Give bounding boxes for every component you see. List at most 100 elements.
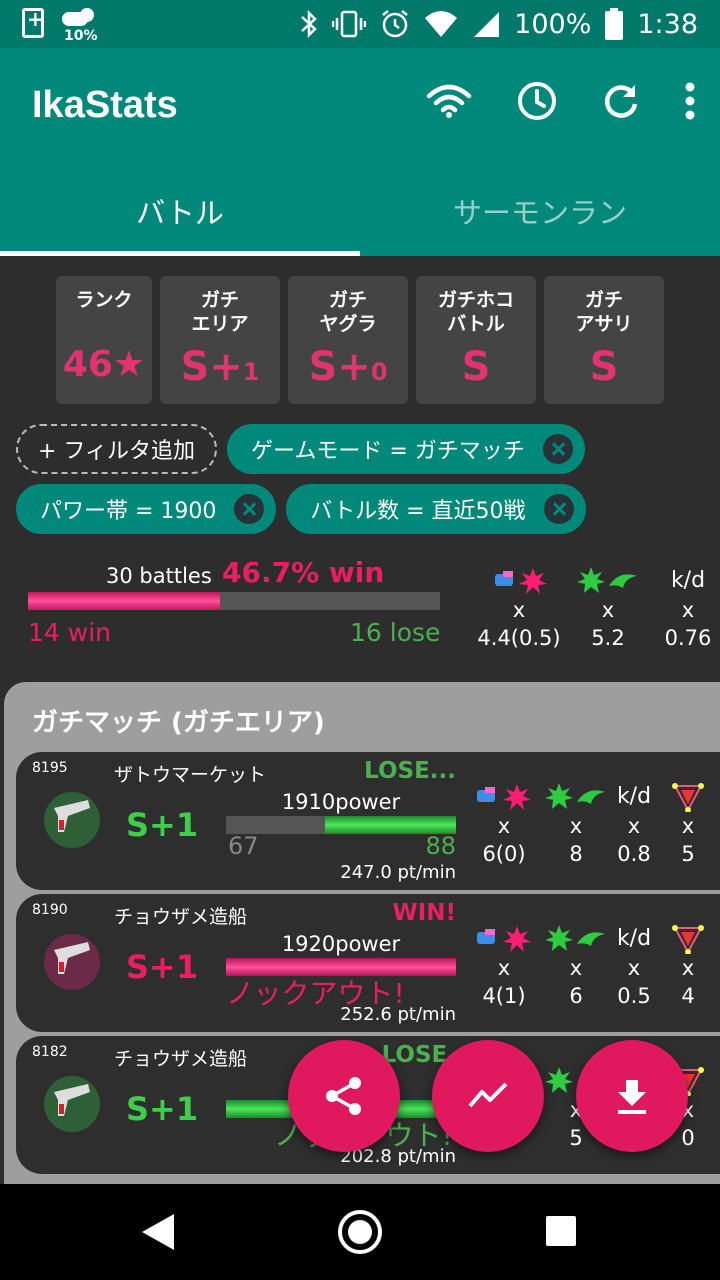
rank-value: 46★ <box>62 344 146 385</box>
stage-name: チョウザメ造船 <box>114 1048 248 1070</box>
rank-card-level[interactable]: ランク 46★ <box>56 276 152 404</box>
add-filter-button[interactable]: + フィルタ追加 <box>16 424 217 474</box>
vibrate-icon <box>332 10 367 38</box>
power-value: 1910power <box>281 790 401 814</box>
stat-x: x <box>681 956 695 980</box>
kd-value: 0.76 <box>664 626 712 650</box>
close-icon[interactable] <box>234 494 265 524</box>
win-count: 14 win <box>28 618 111 647</box>
rank-card-tower[interactable]: ガチ ヤグラ S+0 <box>288 276 408 404</box>
recent-apps-icon[interactable] <box>546 1216 576 1246</box>
tab-salmon-run[interactable]: サーモンラン <box>360 180 720 256</box>
stat-x: x <box>512 598 526 622</box>
weather-icon: 10% <box>62 8 102 44</box>
tab-battle[interactable]: バトル <box>0 180 360 256</box>
wifi-icon[interactable] <box>426 84 472 118</box>
lose-count: 16 lose <box>350 618 441 647</box>
enemy-team-score: 88 <box>425 832 456 860</box>
filter-chip-power[interactable]: パワー帯 = 1900 <box>16 484 277 534</box>
points-per-minute: 252.6 pt/min <box>340 1004 456 1025</box>
cell-signal-icon <box>474 12 500 37</box>
my-team-score: 67 <box>228 832 259 860</box>
stat-x: x <box>569 814 583 838</box>
kd-value: 0.8 <box>617 842 651 866</box>
battle-result: WIN! <box>392 900 456 926</box>
stage-name: チョウザメ造船 <box>114 906 248 928</box>
power-value: 1920power <box>281 932 401 956</box>
rank-label: ガチ ヤグラ <box>319 289 377 335</box>
rank-label: ガチ エリア <box>191 289 249 335</box>
rank-label: ランク <box>75 289 133 311</box>
rank-label: ガチホコ バトル <box>437 289 514 335</box>
bluetooth-icon <box>301 9 317 39</box>
kill-assist-icon <box>472 924 536 954</box>
rank-value: S+ <box>180 344 243 390</box>
battle-id: 8195 <box>32 760 68 776</box>
home-icon[interactable] <box>338 1210 382 1254</box>
kill-assist-value: 6(0) <box>482 842 526 866</box>
signal-icon <box>652 924 720 954</box>
rank-suffix: 1 <box>242 358 260 386</box>
kd-value: 0.5 <box>617 984 651 1008</box>
win-rate: 46.7% win <box>222 556 385 589</box>
stat-x: x <box>681 814 695 838</box>
filter-chip-battle-count[interactable]: バトル数 = 直近50戦 <box>286 484 586 534</box>
filter-chips: + フィルタ追加 ゲームモード = ガチマッチ パワー帯 = 1900 バトル数… <box>16 424 716 544</box>
stat-x: x <box>627 956 641 980</box>
filter-chip-label: バトル数 = 直近50戦 <box>310 499 526 524</box>
filter-chip-game-mode[interactable]: ゲームモード = ガチマッチ <box>227 424 585 474</box>
weapon-icon <box>44 792 100 848</box>
signal-value: 5 <box>681 842 695 866</box>
special-icon <box>564 566 652 596</box>
rank-value: S+ <box>308 344 371 390</box>
battery-charging-icon <box>22 7 44 38</box>
win-rate-fill <box>28 592 221 610</box>
stat-x: x <box>569 956 583 980</box>
kill-assist-icon <box>474 566 564 596</box>
share-button[interactable] <box>288 1040 400 1152</box>
refresh-icon[interactable] <box>602 82 640 120</box>
battle-rank: S+1 <box>126 948 199 986</box>
special-icon <box>536 924 616 954</box>
download-button[interactable] <box>576 1040 688 1152</box>
tab-bar: バトル サーモンラン <box>0 180 720 256</box>
chart-button[interactable] <box>432 1040 544 1152</box>
battle-count: 30 battles <box>106 564 212 588</box>
rank-card-rainmaker[interactable]: ガチホコ バトル S <box>416 276 536 404</box>
rank-card-area[interactable]: ガチ エリア S+1 <box>160 276 280 404</box>
stat-x: x <box>627 814 641 838</box>
points-per-minute: 247.0 pt/min <box>340 862 456 883</box>
history-icon[interactable] <box>516 80 558 122</box>
close-icon[interactable] <box>542 434 573 464</box>
kd-label: k/d <box>670 568 706 593</box>
back-icon[interactable] <box>140 1212 176 1252</box>
battle-row[interactable]: 8190 チョウザメ造船 WIN! S+1 1920power ノックアウト! … <box>16 894 720 1032</box>
kill-assist-value: 4(1) <box>482 984 526 1008</box>
kd-label: k/d <box>616 784 652 809</box>
special-icon <box>536 782 616 812</box>
alarm-icon <box>382 10 408 38</box>
app-bar: IkaStats バトル サーモンラン <box>0 48 720 256</box>
rank-value: S <box>461 344 491 390</box>
battle-rank: S+1 <box>126 806 199 844</box>
special-value: 5.2 <box>591 626 625 650</box>
app-title: IkaStats <box>32 84 178 126</box>
stat-x: x <box>681 598 695 622</box>
stat-x: x <box>497 956 511 980</box>
kill-assist-icon <box>472 782 536 812</box>
rank-card-clam[interactable]: ガチ アサリ S <box>544 276 664 404</box>
rank-suffix: 0 <box>370 358 388 386</box>
wifi-status-icon <box>425 11 458 37</box>
more-vert-icon[interactable] <box>684 81 696 121</box>
stat-x: x <box>497 814 511 838</box>
stat-x: x <box>601 598 615 622</box>
close-icon[interactable] <box>543 494 574 524</box>
filter-chip-label: パワー帯 = 1900 <box>40 499 217 524</box>
weather-percent: 10% <box>64 28 98 44</box>
weapon-icon <box>44 1076 100 1132</box>
weapon-icon <box>44 934 100 990</box>
special-value: 6 <box>569 984 583 1008</box>
rank-cards: ランク 46★ ガチ エリア S+1 ガチ ヤグラ S+0 ガチホコ バトル S… <box>56 276 664 404</box>
screen: 10% 100% 1:38 IkaStats <box>0 0 720 1280</box>
battle-row[interactable]: 8195 ザトウマーケット LOSE... S+1 1910power 67 8… <box>16 752 720 890</box>
